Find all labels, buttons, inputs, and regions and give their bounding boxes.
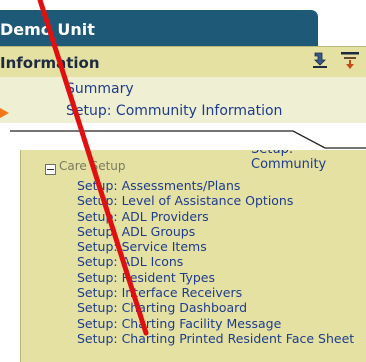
setup-level-of-assistance-options[interactable]: Setup: Level of Assistance Options [77, 193, 354, 208]
setup-adl-icons[interactable]: Setup: ADL Icons [77, 254, 354, 269]
setup-charting-facility-message[interactable]: Setup: Charting Facility Message [77, 316, 354, 331]
setup-resident-types[interactable]: Setup: Resident Types [77, 270, 354, 285]
setup-adl-groups[interactable]: Setup: ADL Groups [77, 224, 354, 239]
export-icon[interactable] [310, 50, 330, 70]
current-item-arrow-icon [0, 108, 9, 118]
setup-charting-dashboard[interactable]: Setup: Charting Dashboard [77, 300, 354, 315]
unit-tab-title: Demo Unit [0, 20, 95, 39]
setup-adl-providers[interactable]: Setup: ADL Providers [77, 209, 354, 224]
information-title: Information [0, 54, 100, 72]
care-setup-list: Setup: Assessments/Plans Setup: Level of… [77, 178, 354, 346]
cut-off-item: Setup: Community [251, 150, 327, 172]
menu-item-summary[interactable]: Summary [66, 81, 134, 97]
care-setup-panel: Setup: Community Care Setup Setup: Asses… [20, 150, 366, 362]
setup-interface-receivers[interactable]: Setup: Interface Receivers [77, 285, 354, 300]
setup-service-items[interactable]: Setup: Service Items [77, 239, 354, 254]
top-panel: Demo Unit Information Summary Setup: Com… [0, 0, 366, 124]
collapse-toggle-icon[interactable] [45, 164, 56, 175]
screenshot-separator [0, 124, 366, 150]
filter-sort-icon[interactable] [340, 50, 360, 70]
setup-assessments-plans[interactable]: Setup: Assessments/Plans [77, 178, 354, 193]
setup-charting-printed-resident-face-sheet[interactable]: Setup: Charting Printed Resident Face Sh… [77, 331, 354, 346]
care-setup-label[interactable]: Care Setup [59, 159, 126, 173]
menu-item-community-information[interactable]: Setup: Community Information [66, 103, 282, 119]
